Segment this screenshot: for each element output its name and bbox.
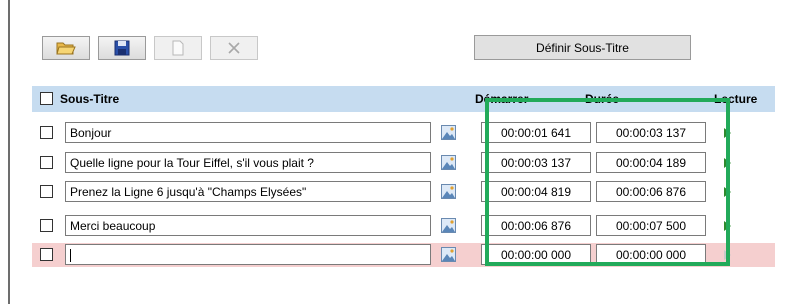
play-icon[interactable] <box>724 128 731 138</box>
play-icon[interactable] <box>724 158 731 168</box>
image-icon[interactable] <box>441 125 456 140</box>
open-button[interactable] <box>42 36 90 60</box>
image-icon[interactable] <box>441 218 456 233</box>
window-left-border <box>8 0 10 304</box>
duration-field[interactable]: 00:00:00 000 <box>596 244 706 265</box>
duration-field[interactable]: 00:00:04 189 <box>596 152 706 173</box>
open-folder-icon <box>56 42 76 55</box>
start-time-field[interactable]: 00:00:04 819 <box>481 181 591 202</box>
column-header-playback: Lecture <box>714 92 758 106</box>
start-time-field[interactable]: 00:00:00 000 <box>481 244 591 265</box>
subtitle-row: Merci beaucoup 00:00:06 876 00:00:07 500 <box>32 214 775 238</box>
column-header-duration: Durée <box>585 92 620 106</box>
delete-button[interactable] <box>210 36 258 60</box>
play-icon[interactable] <box>724 221 731 231</box>
column-header-subtitle: Sous-Titre <box>60 92 120 106</box>
delete-x-icon <box>228 42 240 54</box>
start-time-field[interactable]: 00:00:06 876 <box>481 215 591 236</box>
image-icon[interactable] <box>441 155 456 170</box>
save-disk-icon <box>114 40 130 56</box>
row-checkbox[interactable] <box>40 185 53 198</box>
select-all-checkbox[interactable] <box>40 92 53 105</box>
row-checkbox[interactable] <box>40 248 53 261</box>
play-icon[interactable] <box>724 187 731 197</box>
row-checkbox[interactable] <box>40 126 53 139</box>
subtitle-text-field[interactable]: Bonjour <box>65 122 431 143</box>
subtitle-row: Quelle ligne pour la Tour Eiffel, s'il v… <box>32 151 775 175</box>
subtitle-text-field[interactable]: Prenez la Ligne 6 jusqu'à "Champs Elysée… <box>65 181 431 202</box>
duration-field[interactable]: 00:00:07 500 <box>596 215 706 236</box>
save-button[interactable] <box>98 36 146 60</box>
column-header-start: Démarrer <box>475 92 529 106</box>
start-time-field[interactable]: 00:00:01 641 <box>481 122 591 143</box>
duration-field[interactable]: 00:00:06 876 <box>596 181 706 202</box>
subtitle-row: Bonjour 00:00:01 641 00:00:03 137 <box>32 121 775 145</box>
subtitle-text-field[interactable]: Merci beaucoup <box>65 215 431 236</box>
start-time-field[interactable]: 00:00:03 137 <box>481 152 591 173</box>
image-icon[interactable] <box>441 184 456 199</box>
duration-field[interactable]: 00:00:03 137 <box>596 122 706 143</box>
play-icon[interactable] <box>724 250 731 260</box>
text-caret <box>70 249 71 263</box>
new-subtitle-row: 00:00:00 000 00:00:00 000 <box>32 243 775 267</box>
new-button[interactable] <box>154 36 202 60</box>
subtitle-text-field[interactable] <box>65 244 431 265</box>
new-document-icon <box>172 40 184 56</box>
subtitle-editor-panel: Définir Sous-Titre Sous-Titre Démarrer D… <box>22 0 782 304</box>
row-checkbox[interactable] <box>40 156 53 169</box>
subtitle-text-field[interactable]: Quelle ligne pour la Tour Eiffel, s'il v… <box>65 152 431 173</box>
table-header: Sous-Titre Démarrer Durée Lecture <box>32 86 775 112</box>
subtitle-row: Prenez la Ligne 6 jusqu'à "Champs Elysée… <box>32 180 775 204</box>
define-subtitle-button[interactable]: Définir Sous-Titre <box>474 35 691 60</box>
row-checkbox[interactable] <box>40 219 53 232</box>
image-icon[interactable] <box>441 247 456 262</box>
